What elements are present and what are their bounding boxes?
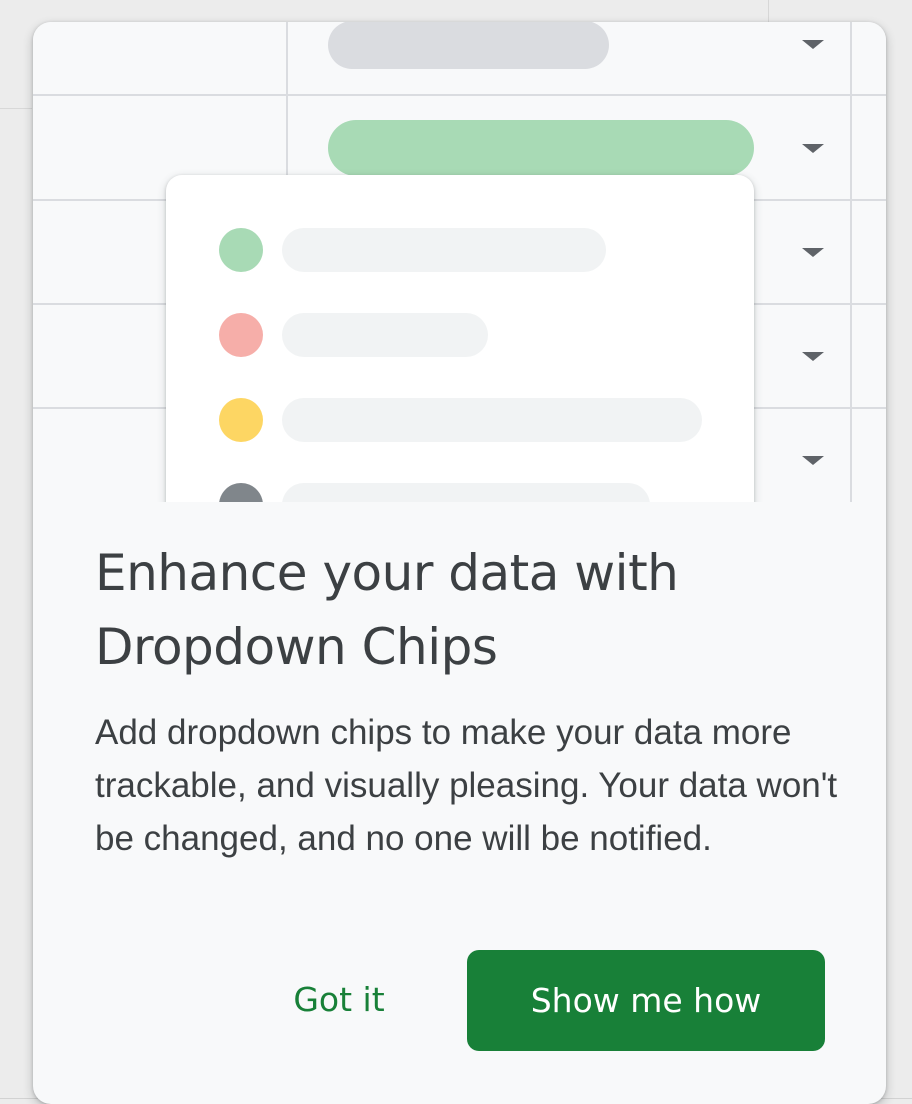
- dialog-title: Enhance your data with Dropdown Chips: [95, 536, 835, 684]
- option-placeholder-bar: [282, 313, 488, 357]
- chip-placeholder-green: [328, 120, 754, 176]
- option-placeholder-bar: [282, 483, 650, 502]
- arrow-drop-down-icon: [802, 456, 824, 465]
- chip-placeholder-gray: [328, 22, 609, 69]
- arrow-drop-down-icon: [802, 352, 824, 361]
- dialog-title-line-2: Dropdown Chips: [95, 618, 498, 676]
- gray-dot-icon: [219, 483, 263, 502]
- green-dot-icon: [219, 228, 263, 272]
- yellow-dot-icon: [219, 398, 263, 442]
- arrow-drop-down-icon: [802, 40, 824, 49]
- illustration-gridline: [33, 94, 886, 96]
- dialog-title-line-1: Enhance your data with: [95, 544, 679, 602]
- dropdown-chips-illustration: [33, 22, 886, 502]
- sheet-gridline: [768, 0, 769, 22]
- dialog-description: Add dropdown chips to make your data mor…: [95, 713, 838, 858]
- red-dot-icon: [219, 313, 263, 357]
- option-placeholder-bar: [282, 398, 702, 442]
- option-placeholder-bar: [282, 228, 606, 272]
- dropdown-menu-illustration: [166, 175, 754, 502]
- arrow-drop-down-icon: [802, 144, 824, 153]
- got-it-button[interactable]: Got it: [271, 956, 407, 1042]
- show-me-how-button[interactable]: Show me how: [467, 950, 825, 1051]
- sheet-gridline: [0, 108, 32, 109]
- arrow-drop-down-icon: [802, 248, 824, 257]
- dropdown-chips-promo-dialog: Enhance your data with Dropdown Chips Add…: [33, 22, 886, 1104]
